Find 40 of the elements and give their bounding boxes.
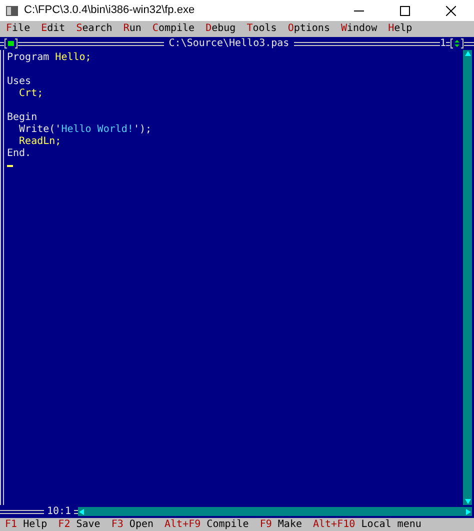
shortcut-hint[interactable]: F9 Make: [260, 520, 302, 530]
scroll-right-icon[interactable]: [464, 508, 472, 516]
menu-item[interactable]: Debug: [206, 24, 236, 34]
menu-item[interactable]: Tools: [246, 24, 277, 34]
shortcut-hint[interactable]: Alt+F10 Local menu: [313, 520, 422, 530]
code-line: Begin: [7, 112, 38, 124]
menu-item[interactable]: Compile: [152, 24, 195, 34]
shortcut-hint[interactable]: F1 Help: [5, 520, 48, 530]
code-line: Crt;: [18, 88, 44, 100]
editor-title: C:\Source\Hello3.pas: [168, 37, 290, 51]
code-line: Program Hello;: [7, 52, 92, 64]
code-line: ReadLn;: [18, 136, 62, 148]
code-line: End.: [7, 148, 32, 160]
scroll-down-icon[interactable]: [464, 497, 472, 505]
window-title: C:\FPC\3.0.4\bin\i386-win32\fp.exe: [24, 3, 195, 18]
cursor-position: 10:1: [46, 505, 72, 519]
menu-item[interactable]: Edit: [41, 24, 66, 34]
zoom-box-icon[interactable]: [450, 38, 464, 49]
menu-item[interactable]: Options: [288, 24, 330, 34]
scroll-left-icon[interactable]: [78, 508, 86, 516]
code-area[interactable]: Program Hello; Uses Crt; Begin Write('Hello World!'); ReadLn; End.: [4, 50, 463, 505]
menu-item[interactable]: Window: [340, 24, 378, 34]
horizontal-scrollbar[interactable]: [78, 507, 472, 516]
menu-item[interactable]: Help: [388, 24, 412, 34]
shortcut-hint[interactable]: F3 Open: [111, 520, 154, 530]
close-icon: [446, 6, 456, 16]
vertical-scrollbar[interactable]: [463, 50, 472, 505]
code-line: Write('Hello World!');: [18, 124, 152, 136]
code-line: Uses: [7, 76, 32, 88]
shortcut-hint[interactable]: Alt+F9 Compile: [164, 520, 249, 530]
menu-item[interactable]: Search: [76, 24, 112, 34]
shortcut-hint[interactable]: F2 Save: [58, 520, 100, 530]
window-number: 1: [440, 37, 446, 51]
text-cursor: [7, 165, 13, 167]
menu-item[interactable]: Run: [123, 24, 142, 34]
menu-item[interactable]: File: [6, 24, 30, 34]
app-icon: [6, 6, 18, 16]
maximize-icon: [400, 6, 410, 16]
close-box-icon[interactable]: [4, 38, 18, 49]
scroll-up-icon[interactable]: [464, 50, 472, 58]
